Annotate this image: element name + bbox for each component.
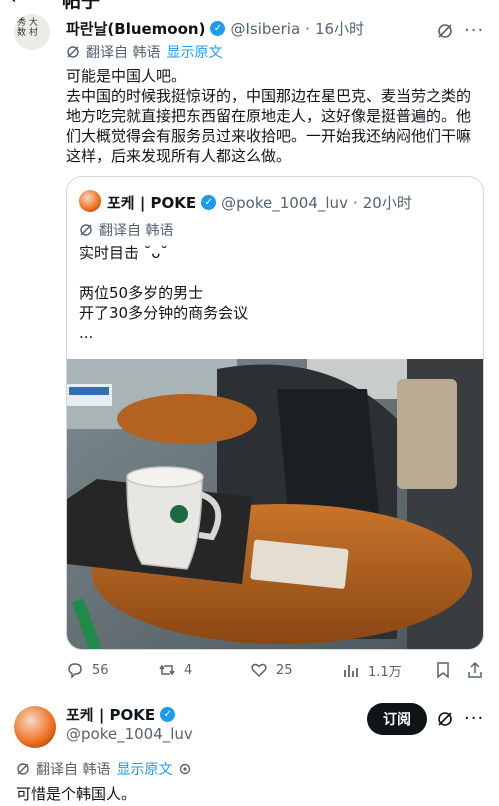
reply-show-original-link[interactable]: 显示原文 xyxy=(116,759,172,779)
share-icon xyxy=(468,661,482,678)
heart-icon xyxy=(251,663,267,678)
back-arrow-icon[interactable]: ← xyxy=(10,0,25,9)
reply-avatar[interactable] xyxy=(14,706,56,748)
quote-photo[interactable] xyxy=(67,359,483,649)
timestamp[interactable]: 16小时 xyxy=(315,18,364,39)
views-button[interactable]: 1.1万 xyxy=(342,661,402,680)
handle[interactable]: @Isiberia xyxy=(230,20,300,38)
top-bar: ← 帖子 xyxy=(0,0,499,12)
repost-button[interactable]: 4 xyxy=(158,661,192,679)
repost-count: 4 xyxy=(184,662,193,678)
show-original-link[interactable]: 显示原文 xyxy=(166,42,222,62)
reply-icon xyxy=(68,663,82,679)
share-button[interactable] xyxy=(466,661,484,679)
bookmark-icon xyxy=(437,662,449,679)
translate-icon xyxy=(17,763,29,775)
quote-avatar xyxy=(79,190,101,212)
reply-header: 포케 | POKE ✓ xyxy=(66,704,176,725)
view-count: 1.1万 xyxy=(368,665,402,680)
grok-icon[interactable] xyxy=(436,22,454,40)
verified-badge-icon: ✓ xyxy=(210,21,226,36)
reply-count: 56 xyxy=(92,662,109,678)
translate-icon xyxy=(67,46,79,58)
photo-illustration xyxy=(67,359,483,649)
reply-translate-label: 翻译自 韩语 xyxy=(36,762,111,778)
page-title: 帖子 xyxy=(62,0,101,12)
translate-icon xyxy=(80,224,92,236)
more-options-icon[interactable]: ··· xyxy=(464,708,484,729)
repost-icon xyxy=(159,664,175,676)
quoted-tweet-card[interactable]: 포케 | POKE ✓ @poke_1004_luv · 20小时 翻译自 韩语… xyxy=(66,176,484,650)
more-options-icon[interactable]: ··· xyxy=(464,20,484,41)
translation-row: 翻译自 韩语 显示原文 xyxy=(66,42,222,62)
quote-display-name: 포케 | POKE xyxy=(107,194,197,212)
quote-translation-row: 翻译自 韩语 xyxy=(79,220,173,240)
like-button[interactable]: 25 xyxy=(250,661,293,679)
avatar[interactable]: 秀 大 数 村 xyxy=(14,14,50,50)
quote-text: 实时目击 ˘ᴗ˘ 两位50多岁的男士 开了30多分钟的商务会议 ... xyxy=(79,244,249,342)
display-name[interactable]: 파란날(Bluemoon) xyxy=(66,18,205,39)
views-icon xyxy=(344,664,358,677)
quote-timestamp: 20小时 xyxy=(362,194,412,212)
tweet1-header: 파란날(Bluemoon) ✓ @Isiberia · 16小时 xyxy=(66,18,365,39)
verified-badge-icon: ✓ xyxy=(160,707,176,722)
quote-handle: @poke_1004_luv xyxy=(221,193,348,212)
translate-label: 翻译自 韩语 xyxy=(86,45,161,61)
verified-badge-icon: ✓ xyxy=(201,195,217,210)
bookmark-button[interactable] xyxy=(434,661,452,679)
like-count: 25 xyxy=(276,662,293,678)
gear-icon[interactable] xyxy=(178,762,192,776)
tweet-text: 可能是中国人吧。 去中国的时候我挺惊讶的，中国那边在星巴克、麦当劳之类的地方吃完… xyxy=(66,67,472,165)
reply-translation-row: 翻译自 韩语 显示原文 xyxy=(16,759,192,779)
reply-handle[interactable]: @poke_1004_luv xyxy=(66,725,193,743)
reply-text: 可惜是个韩国人。 xyxy=(16,785,137,803)
quote-translate-label: 翻译自 韩语 xyxy=(99,223,174,239)
reply-button[interactable]: 56 xyxy=(66,661,109,679)
reply-display-name[interactable]: 포케 | POKE xyxy=(66,704,155,725)
avatar-text: 秀 大 数 村 xyxy=(17,18,38,38)
quote-header: 포케 | POKE ✓ @poke_1004_luv · 20小时 xyxy=(107,193,412,213)
grok-icon[interactable] xyxy=(436,710,454,728)
subscribe-button[interactable]: 订阅 xyxy=(367,703,427,735)
